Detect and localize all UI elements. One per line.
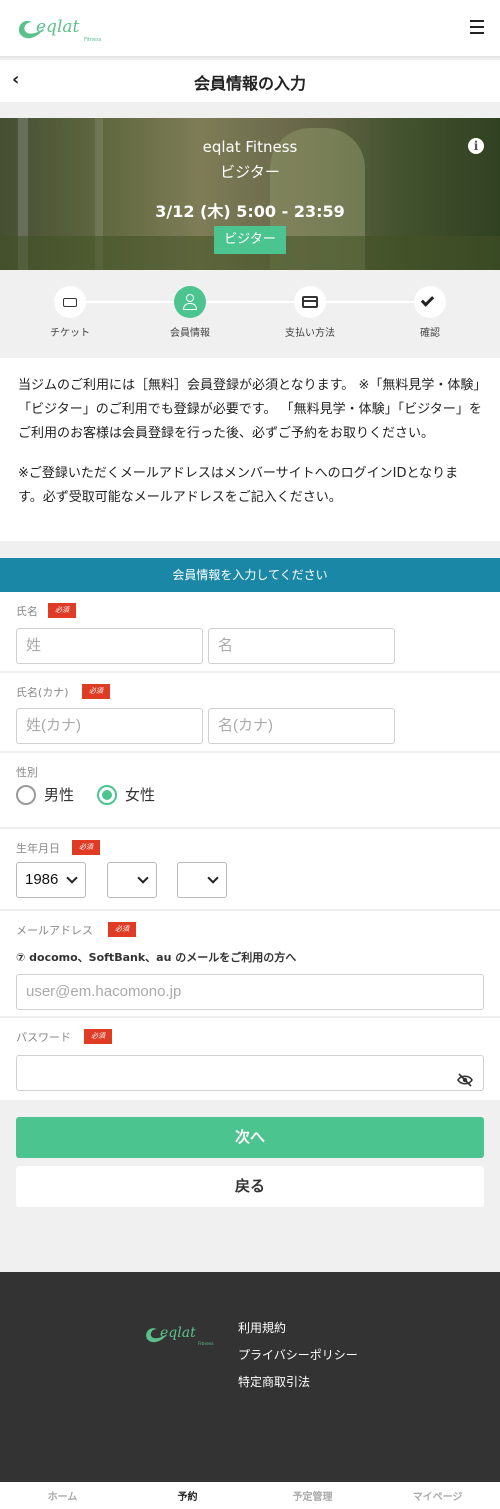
progress-stepper: チケット 会員情報 支払い方法 確認 (0, 270, 500, 358)
step-ticket: チケット (30, 286, 110, 339)
chevron-down-icon (66, 872, 78, 884)
plan-badge: ビジター (214, 226, 286, 254)
check-icon (414, 286, 446, 318)
birth-month-select[interactable] (107, 862, 157, 898)
hamburger-menu-icon[interactable] (470, 20, 484, 34)
commercial-law-link[interactable]: 特定商取引法 (238, 1374, 358, 1401)
ticket-icon (54, 286, 86, 318)
name-field: 氏名 必須 姓 名 (0, 592, 500, 673)
privacy-policy-link[interactable]: プライバシーポリシー (238, 1347, 358, 1374)
eye-slash-icon[interactable] (457, 1066, 473, 1087)
birthday-field: 生年月日 必須 1986 (0, 829, 500, 911)
svg-text:eqlat: eqlat (160, 1325, 196, 1341)
birthday-label: 生年月日 (16, 842, 60, 855)
first-name-input[interactable]: 名 (208, 628, 395, 664)
registration-notice: 当ジムのご利用には［無料］会員登録が必須となります。 ※「無料見学・体験」「ビジ… (0, 358, 500, 541)
app-header: eqlat Fitness (0, 0, 500, 58)
required-badge: 必須 (72, 840, 100, 855)
birth-year-select[interactable]: 1986 (16, 862, 86, 898)
carrier-email-help-link[interactable]: ⑦ docomo、SoftBank、au のメールをご利用の方へ (16, 949, 296, 965)
credit-card-icon (294, 286, 326, 318)
nav-schedule[interactable]: 予定管理 (250, 1488, 375, 1503)
svg-text:Fitness: Fitness (84, 37, 102, 43)
page-title: 会員情報の入力 (193, 74, 306, 93)
gender-label: 性別 (16, 766, 38, 779)
email-input[interactable]: user@em.hacomono.jp (16, 974, 484, 1010)
back-button[interactable]: 戻る (16, 1166, 484, 1207)
gym-name: eqlat Fitness (202, 138, 298, 156)
plan-hero: eqlat Fitness ビジター 3/12 (木) 5:00 - 23:59… (0, 118, 500, 270)
eqlat-logo[interactable]: eqlat Fitness (14, 14, 110, 44)
bottom-nav: ホーム 予約 予定管理 マイページ (0, 1482, 500, 1509)
required-badge: 必須 (48, 603, 76, 618)
plan-date: 3/12 (木) 5:00 - 23:59 (155, 202, 345, 221)
last-name-input[interactable]: 姓 (16, 628, 203, 664)
chevron-down-icon (207, 872, 219, 884)
svg-text:eqlat: eqlat (36, 17, 80, 37)
gender-field: 性別 男性 女性 (0, 753, 500, 829)
required-badge: 必須 (82, 684, 110, 699)
eqlat-footer-logo[interactable]: eqlat Fitness (142, 1322, 222, 1348)
user-icon (174, 286, 206, 318)
site-footer: eqlat Fitness 利用規約 プライバシーポリシー 特定商取引法 (0, 1272, 500, 1509)
title-bar: ‹ 会員情報の入力 (0, 60, 500, 102)
last-name-kana-input[interactable]: 姓(カナ) (16, 708, 203, 744)
form-header: 会員情報を入力してください (0, 558, 500, 592)
step-member-info: 会員情報 (150, 286, 230, 339)
name-label: 氏名 (16, 605, 38, 618)
nav-reserve[interactable]: 予約 (125, 1488, 250, 1503)
password-label: パスワード (16, 1031, 71, 1044)
password-field: パスワード 必須 (0, 1018, 500, 1100)
birth-day-select[interactable] (177, 862, 227, 898)
member-form: 氏名 必須 姓 名 氏名(カナ) 必須 姓(カナ) 名(カナ) 性別 男性 女性… (0, 592, 500, 1100)
email-label: メールアドレス (16, 924, 93, 937)
nav-mypage[interactable]: マイページ (375, 1488, 500, 1503)
required-badge: 必須 (84, 1029, 112, 1044)
step-confirm: 確認 (390, 286, 470, 339)
plan-name: ビジター (220, 163, 280, 181)
email-field: メールアドレス 必須 ⑦ docomo、SoftBank、au のメールをご利用… (0, 911, 500, 1018)
svg-text:Fitness: Fitness (198, 1341, 214, 1347)
kana-field: 氏名(カナ) 必須 姓(カナ) 名(カナ) (0, 673, 500, 753)
next-button[interactable]: 次へ (16, 1117, 484, 1158)
terms-link[interactable]: 利用規約 (238, 1320, 358, 1347)
info-icon[interactable]: i (468, 138, 484, 154)
step-payment: 支払い方法 (270, 286, 350, 339)
notice-paragraph: ※ご登録いただくメールアドレスはメンバーサイトへのログインIDとなります。必ず受… (18, 466, 459, 505)
required-badge: 必須 (108, 922, 136, 937)
first-name-kana-input[interactable]: 名(カナ) (208, 708, 395, 744)
password-input[interactable] (16, 1055, 484, 1091)
notice-paragraph: 当ジムのご利用には［無料］会員登録が必須となります。 ※「無料見学・体験」「ビジ… (18, 378, 482, 441)
footer-links: 利用規約 プライバシーポリシー 特定商取引法 (238, 1320, 358, 1401)
nav-home[interactable]: ホーム (0, 1488, 125, 1503)
chevron-down-icon (137, 872, 149, 884)
kana-label: 氏名(カナ) (16, 686, 69, 699)
